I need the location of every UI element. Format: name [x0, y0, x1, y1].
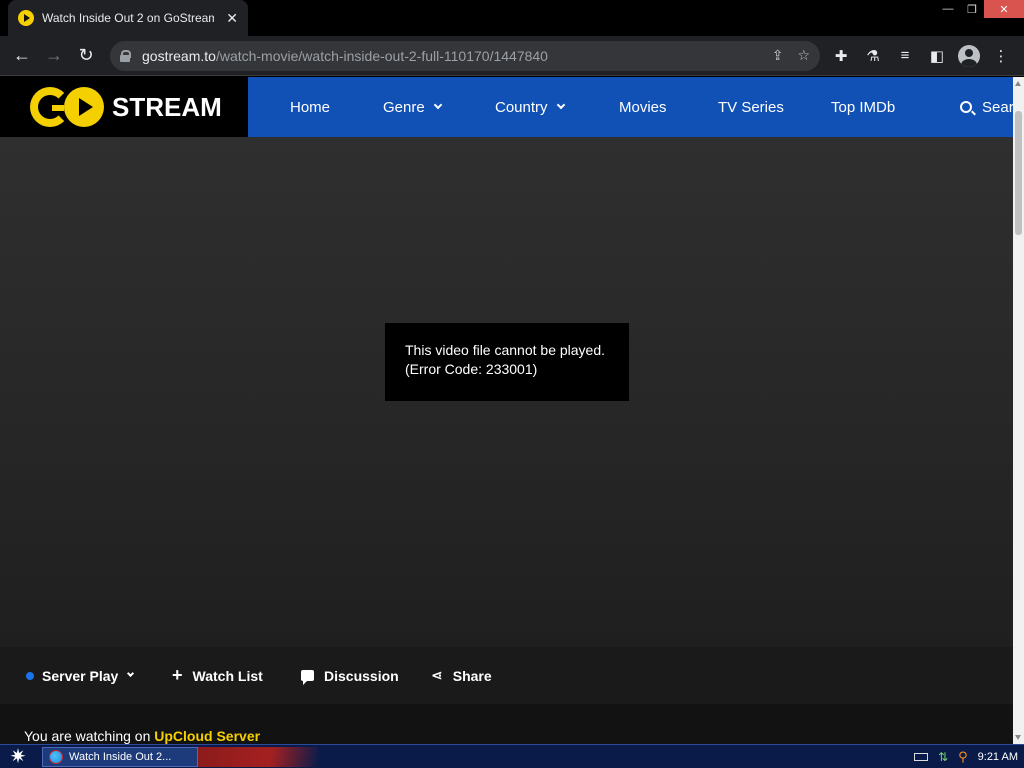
nav-genre-label: Genre: [383, 98, 425, 116]
watch-list-button[interactable]: + Watch List: [172, 665, 263, 686]
extensions-puzzle-icon[interactable]: ✚: [830, 45, 852, 67]
keyboard-icon[interactable]: [914, 753, 929, 761]
nav-top-imdb-label: Top IMDb: [831, 98, 896, 116]
plus-icon: +: [172, 665, 183, 685]
video-player[interactable]: This video file cannot be played. (Error…: [0, 137, 1013, 647]
url-text[interactable]: gostream.to/watch-movie/watch-inside-out…: [142, 48, 548, 64]
address-bar[interactable]: gostream.to/watch-movie/watch-inside-out…: [110, 40, 820, 71]
tab-close-button[interactable]: ✕: [226, 10, 238, 27]
clock[interactable]: 9:21 AM: [978, 751, 1018, 763]
scrollbar-thumb[interactable]: [1015, 111, 1022, 235]
site-logo[interactable]: STREAM: [0, 77, 248, 137]
browser-tab-bar: Watch Inside Out 2 on GoStream - F ✕ — ❐…: [0, 0, 1024, 36]
nav-movies-label: Movies: [619, 98, 667, 116]
minimize-icon[interactable]: —: [936, 0, 960, 18]
go-logo-icon: [30, 87, 104, 127]
browser-tab[interactable]: Watch Inside Out 2 on GoStream - F ✕: [8, 0, 248, 36]
lock-icon[interactable]: [120, 49, 131, 62]
url-host: gostream.to: [142, 47, 216, 64]
server-play-dropdown[interactable]: Server Play: [26, 667, 135, 684]
screen: Watch Inside Out 2 on GoStream - F ✕ — ❐…: [0, 0, 1024, 768]
chevron-down-icon: [556, 100, 565, 110]
browser-globe-icon: [49, 750, 63, 764]
server-info: You are watching on UpCloud Server: [0, 704, 1013, 744]
search-icon: [960, 101, 972, 113]
scroll-down-arrow-icon[interactable]: [1015, 735, 1021, 740]
discussion-label: Discussion: [324, 667, 399, 684]
watching-prefix: You are watching on: [24, 728, 155, 744]
labs-flask-icon[interactable]: ⚗: [862, 45, 884, 67]
error-line-2: (Error Code: 233001): [405, 361, 538, 377]
discussion-button[interactable]: Discussion: [301, 667, 399, 685]
network-icon[interactable]: ⇅: [938, 750, 948, 764]
gostream-favicon-icon: [18, 10, 34, 26]
more-menu-icon[interactable]: ⋮: [990, 45, 1012, 67]
search-magnifier-icon[interactable]: ⚲: [958, 749, 968, 765]
server-status-dot: [26, 671, 34, 680]
server-play-label: Server Play: [42, 667, 119, 684]
nav-movies[interactable]: Movies: [619, 99, 667, 116]
nav-top-imdb[interactable]: Top IMDb: [831, 99, 895, 116]
browser-toolbar: ← → ↻ gostream.to/watch-movie/watch-insi…: [0, 36, 1024, 76]
error-line-1: This video file cannot be played.: [405, 342, 606, 358]
chevron-down-icon: [433, 100, 442, 110]
nav-country[interactable]: Country: [495, 98, 565, 116]
os-taskbar: ✷ Watch Inside Out 2... ⇅ ⚲ 9:21 AM: [0, 744, 1024, 768]
forward-arrow-icon[interactable]: →: [38, 40, 70, 72]
share-icon: ⋖: [431, 667, 443, 683]
nav-tv-series-label: TV Series: [718, 98, 784, 116]
taskbar-window-label: Watch Inside Out 2...: [69, 751, 172, 763]
nav-home[interactable]: Home: [290, 99, 330, 116]
back-arrow-icon[interactable]: ←: [6, 40, 38, 72]
nav-country-label: Country: [495, 98, 548, 116]
bookmark-star-icon[interactable]: ☆: [797, 47, 810, 64]
nav-tv-series[interactable]: TV Series: [718, 99, 784, 116]
window-close-button[interactable]: ✕: [984, 0, 1024, 18]
taskbar-decoration: [198, 747, 318, 767]
site-header: STREAM Home Genre Country Movies TV Seri…: [0, 77, 1024, 137]
scroll-up-arrow-icon[interactable]: [1015, 81, 1021, 86]
nav-genre[interactable]: Genre: [383, 98, 442, 116]
logo-text: STREAM: [112, 91, 222, 122]
share-label: Share: [452, 667, 492, 684]
server-name: UpCloud Server: [154, 728, 261, 744]
tab-title: Watch Inside Out 2 on GoStream - F: [42, 11, 214, 25]
player-action-bar: Server Play + Watch List Discussion ⋖ Sh…: [0, 647, 1013, 704]
omnibox-actions: ⇪ ☆: [772, 47, 810, 64]
nav-home-label: Home: [290, 98, 331, 116]
side-panel-icon[interactable]: ◧: [926, 45, 948, 67]
player-error-message: This video file cannot be played. (Error…: [385, 323, 629, 401]
toolbar-actions: ✚ ⚗ ≡ ◧ ⋮: [830, 44, 1012, 67]
taskbar-browser-window[interactable]: Watch Inside Out 2...: [42, 747, 198, 767]
chevron-down-icon: [127, 669, 135, 678]
url-path: /watch-movie/watch-inside-out-2-full-110…: [215, 47, 548, 64]
start-star-icon[interactable]: ✷: [4, 746, 32, 768]
profile-avatar-icon[interactable]: [958, 44, 980, 67]
window-controls: — ❐ ✕: [936, 0, 1024, 20]
system-tray: ⇅ ⚲ 9:21 AM: [914, 745, 1018, 768]
restore-icon[interactable]: ❐: [960, 0, 984, 18]
share-page-icon[interactable]: ⇪: [772, 47, 784, 64]
comment-icon: [301, 670, 314, 685]
share-button[interactable]: ⋖ Share: [431, 667, 492, 684]
reload-icon[interactable]: ↻: [70, 40, 102, 72]
page-scrollbar[interactable]: [1013, 77, 1024, 744]
watch-list-label: Watch List: [192, 667, 263, 684]
media-queue-icon[interactable]: ≡: [894, 45, 916, 67]
